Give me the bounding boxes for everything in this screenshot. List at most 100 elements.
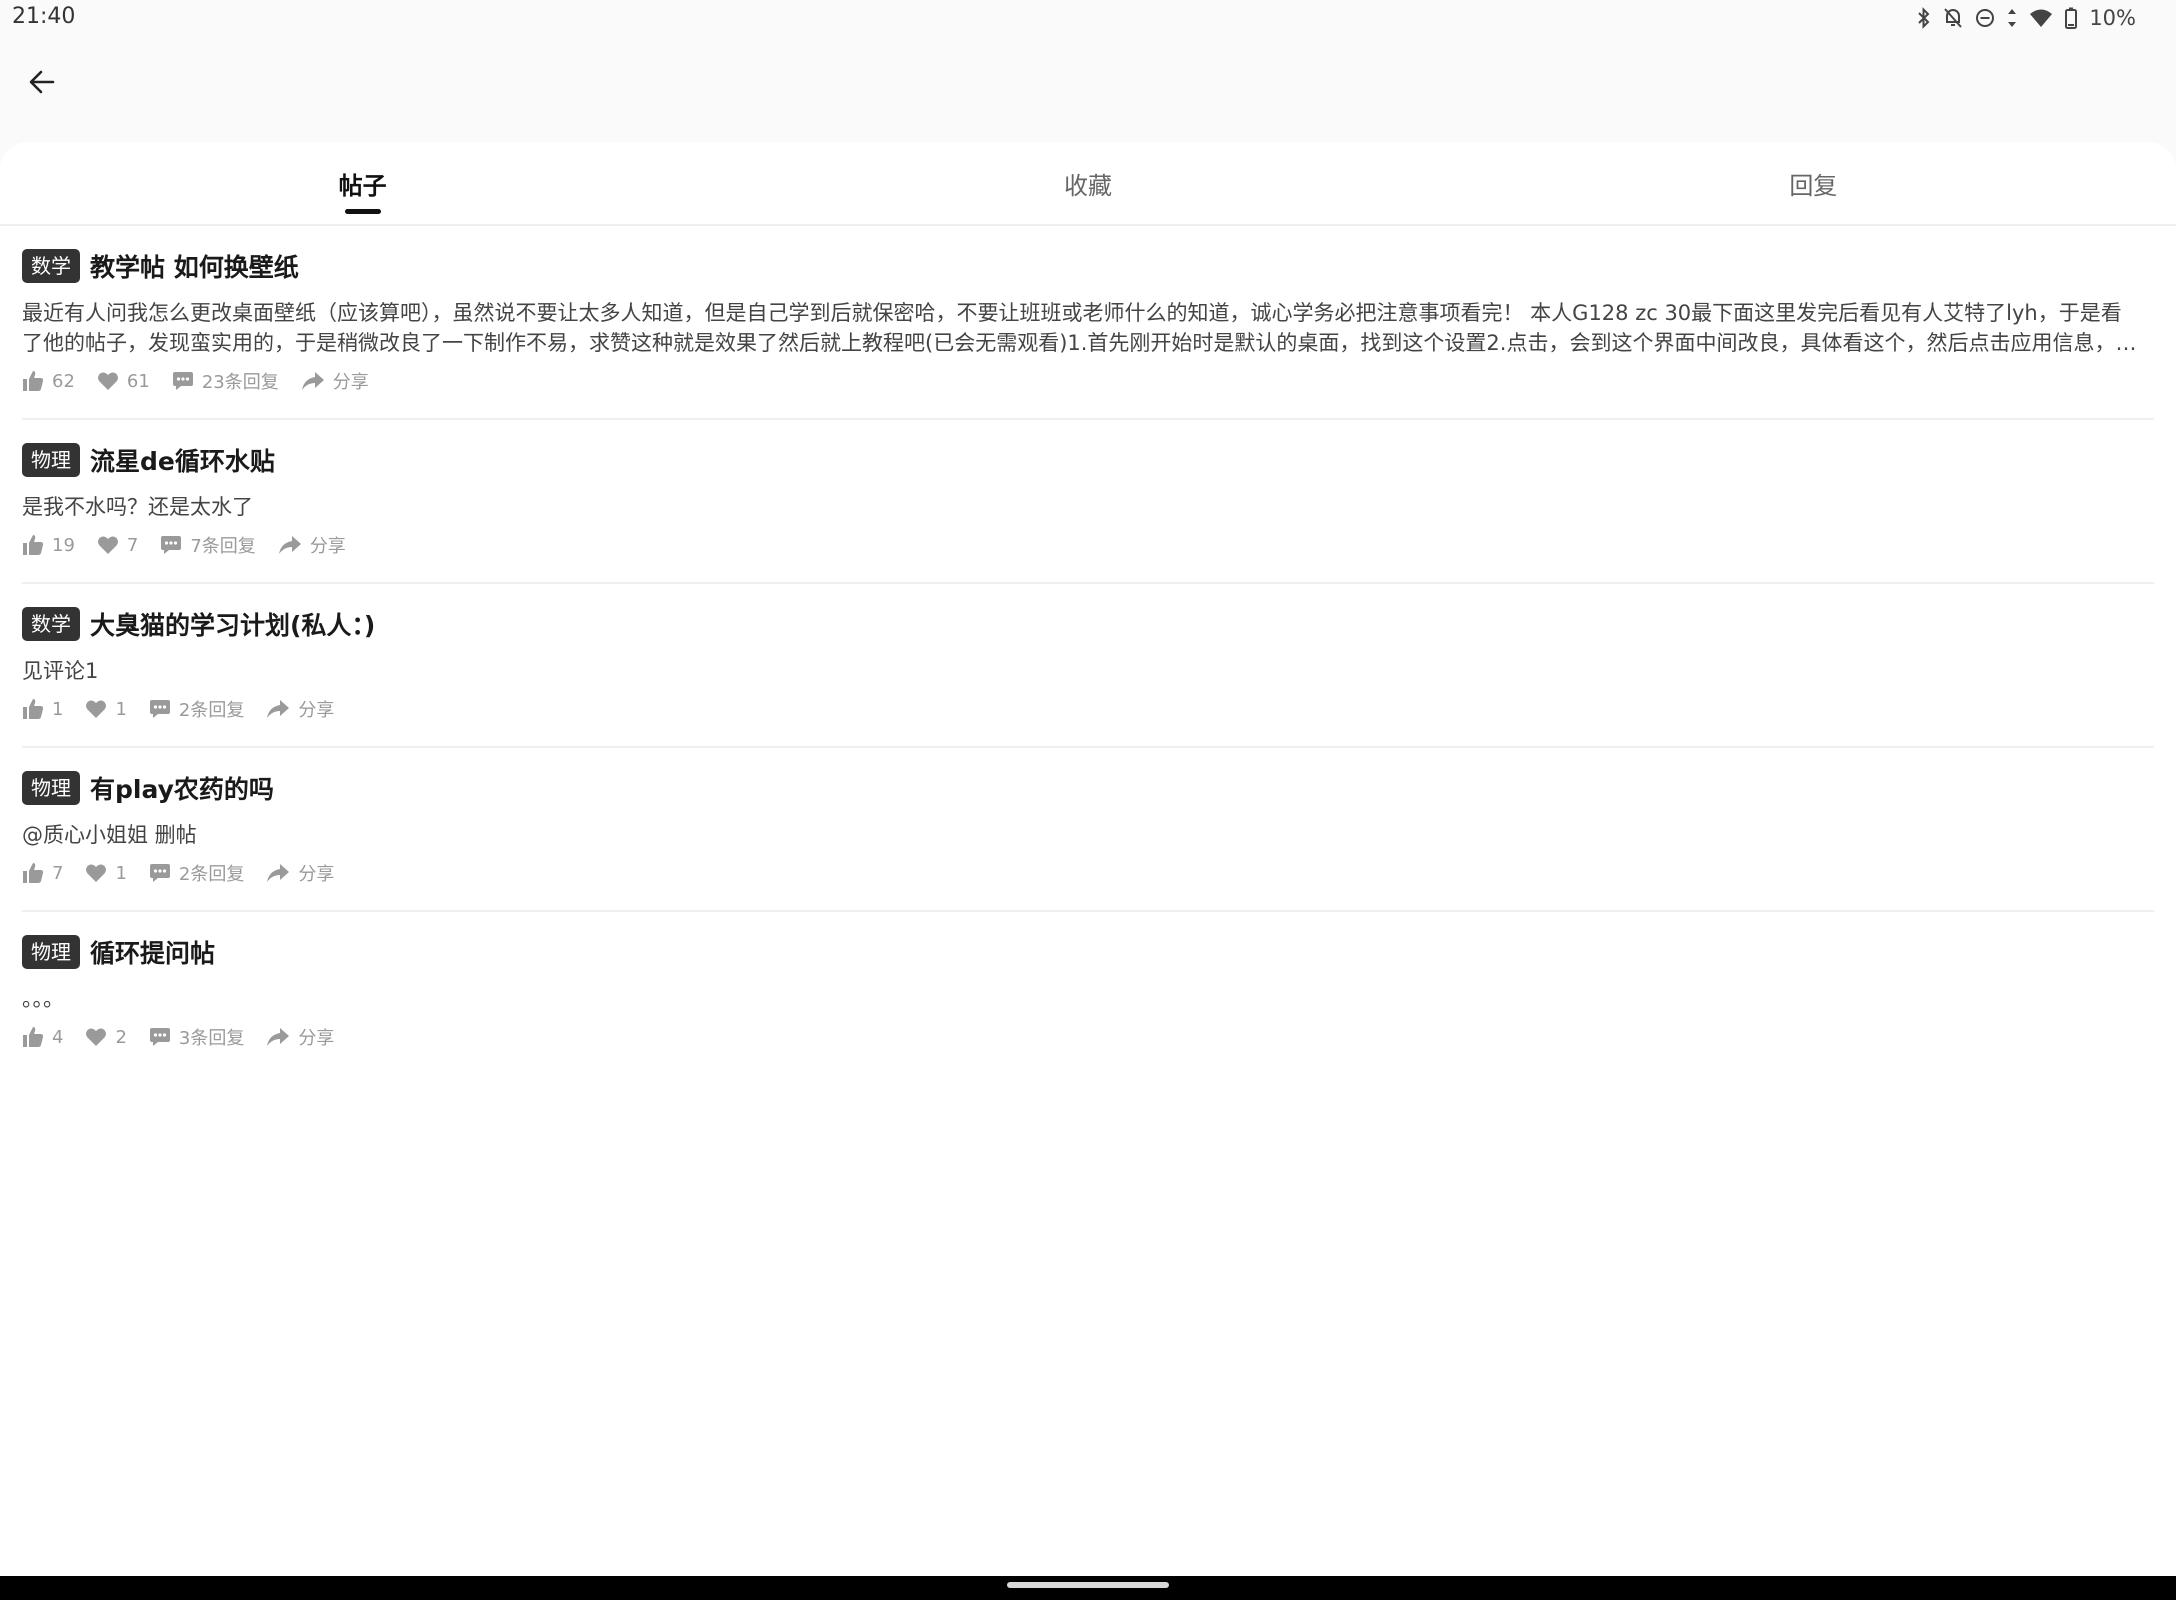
home-gesture-handle[interactable] [1007, 1582, 1169, 1588]
comment-icon [149, 864, 170, 882]
share-button[interactable]: 分享 [278, 532, 346, 558]
comment-icon [161, 536, 182, 554]
data-arrows-icon [2007, 7, 2017, 29]
reply-count: 3条回复 [178, 1028, 245, 1049]
like-button[interactable]: 62 [22, 370, 75, 392]
post-actions: 62 61 23条回复 分享 [22, 366, 391, 396]
favorite-count: 61 [126, 370, 150, 392]
share-label: 分享 [298, 1028, 335, 1049]
reply-count: 2条回复 [178, 864, 245, 885]
like-button[interactable]: 4 [22, 1026, 63, 1048]
status-bar: 21:40 10% [0, 0, 2176, 36]
reply-count: 2条回复 [178, 700, 245, 721]
battery-percentage: 10% [2089, 6, 2136, 30]
thumb-up-icon [23, 535, 44, 555]
thumb-up-icon [23, 699, 44, 719]
post-title: 有play农药的吗 [90, 775, 274, 804]
share-icon [301, 372, 324, 390]
tab-posts[interactable]: 帖子 [0, 142, 725, 224]
share-label: 分享 [309, 536, 346, 557]
post-excerpt: @质心小姐姐 删帖 [22, 823, 197, 847]
tab-favorites-label: 收藏 [1063, 171, 1112, 200]
like-button[interactable]: 1 [22, 698, 63, 720]
app-screen: 21:40 10% 帖子 收藏 回复 数学 教学帖 如何换壁纸 最近有人问我怎么… [0, 0, 2176, 1600]
subject-tag: 数学 [22, 249, 80, 283]
post-title: 教学帖 如何换壁纸 [90, 253, 299, 282]
favorite-button[interactable]: 61 [97, 371, 150, 392]
heart-icon [97, 536, 118, 554]
reply-button[interactable]: 2条回复 [149, 860, 244, 886]
like-button[interactable]: 7 [22, 862, 63, 884]
post-item[interactable]: 数学 大臭猫的学习计划(私人：) 见评论1 1 1 2条回复 分享 [22, 584, 2154, 748]
comment-icon [149, 700, 170, 718]
reply-button[interactable]: 2条回复 [149, 696, 244, 722]
favorite-count: 1 [115, 862, 127, 884]
like-count: 1 [52, 698, 64, 720]
share-icon [267, 700, 290, 718]
post-header: 物理 有play农药的吗 [22, 770, 274, 806]
favorite-count: 2 [115, 1026, 127, 1048]
post-excerpt: 见评论1 [22, 659, 99, 683]
post-title: 大臭猫的学习计划(私人：) [90, 611, 376, 640]
battery-icon [2065, 7, 2078, 29]
share-label: 分享 [332, 372, 369, 393]
share-icon [267, 1028, 290, 1046]
tab-replies[interactable]: 回复 [1451, 142, 2176, 224]
reply-button[interactable]: 3条回复 [149, 1024, 244, 1050]
heart-icon [86, 1028, 107, 1046]
favorite-button[interactable]: 7 [97, 535, 138, 556]
like-count: 62 [52, 370, 75, 392]
post-excerpt: 最近有人问我怎么更改桌面壁纸（应该算吧），虽然说不要让太多人知道，但是自己学到后… [22, 301, 2122, 355]
post-item[interactable]: 物理 循环提问帖 。。。 4 2 3条回复 分享 [22, 912, 2154, 1076]
share-button[interactable]: 分享 [266, 860, 334, 886]
share-label: 分享 [298, 864, 335, 885]
arrow-left-icon [29, 70, 55, 94]
thumb-up-icon [23, 863, 44, 883]
post-header: 数学 大臭猫的学习计划(私人：) [22, 606, 375, 642]
system-nav-bar [0, 1576, 2176, 1600]
post-header: 数学 教学帖 如何换壁纸 [22, 248, 299, 284]
post-actions: 7 1 2条回复 分享 [22, 858, 356, 888]
post-item[interactable]: 物理 流星de循环水贴 是我不水吗？还是太水了 19 7 7条回复 分享 [22, 420, 2154, 584]
subject-tag: 物理 [22, 771, 80, 805]
like-count: 4 [52, 1026, 64, 1048]
reply-button[interactable]: 23条回复 [172, 368, 279, 394]
share-icon [267, 864, 290, 882]
like-count: 19 [52, 534, 75, 556]
reply-button[interactable]: 7条回复 [160, 532, 256, 558]
favorite-button[interactable]: 1 [85, 699, 127, 720]
thumb-up-icon [23, 1027, 44, 1047]
back-button[interactable] [16, 56, 68, 108]
post-excerpt: 。。。 [22, 987, 64, 1011]
subject-tag: 数学 [22, 607, 80, 641]
heart-icon [86, 864, 107, 882]
share-label: 分享 [298, 700, 335, 721]
comment-icon [172, 372, 193, 390]
post-actions: 1 1 2条回复 分享 [22, 694, 356, 724]
post-actions: 4 2 3条回复 分享 [22, 1022, 356, 1052]
subject-tag: 物理 [22, 443, 80, 477]
share-button[interactable]: 分享 [266, 1024, 334, 1050]
share-button[interactable]: 分享 [301, 368, 369, 394]
heart-icon [97, 372, 118, 390]
post-title: 流星de循环水贴 [90, 447, 275, 476]
reply-count: 23条回复 [201, 372, 279, 393]
tab-favorites[interactable]: 收藏 [725, 142, 1450, 224]
tab-indicator [344, 209, 381, 214]
post-item[interactable]: 物理 有play农药的吗 @质心小姐姐 删帖 7 1 2条回复 分享 [22, 748, 2154, 912]
app-bar [0, 36, 2176, 142]
post-item[interactable]: 数学 教学帖 如何换壁纸 最近有人问我怎么更改桌面壁纸（应该算吧），虽然说不要让… [22, 226, 2154, 420]
content-sheet: 帖子 收藏 回复 数学 教学帖 如何换壁纸 最近有人问我怎么更改桌面壁纸（应该算… [0, 142, 2176, 1576]
share-button[interactable]: 分享 [266, 696, 334, 722]
status-icons: 10% [1917, 4, 2136, 32]
subject-tag: 物理 [22, 935, 80, 969]
thumb-up-icon [23, 371, 44, 391]
favorite-button[interactable]: 1 [85, 862, 127, 884]
like-button[interactable]: 19 [22, 534, 75, 556]
favorite-button[interactable]: 2 [85, 1026, 127, 1048]
share-icon [278, 536, 301, 554]
favorite-count: 7 [126, 534, 139, 556]
post-list: 数学 教学帖 如何换壁纸 最近有人问我怎么更改桌面壁纸（应该算吧），虽然说不要让… [22, 226, 2154, 1076]
wifi-icon [2029, 8, 2053, 28]
tab-posts-label: 帖子 [338, 171, 387, 200]
